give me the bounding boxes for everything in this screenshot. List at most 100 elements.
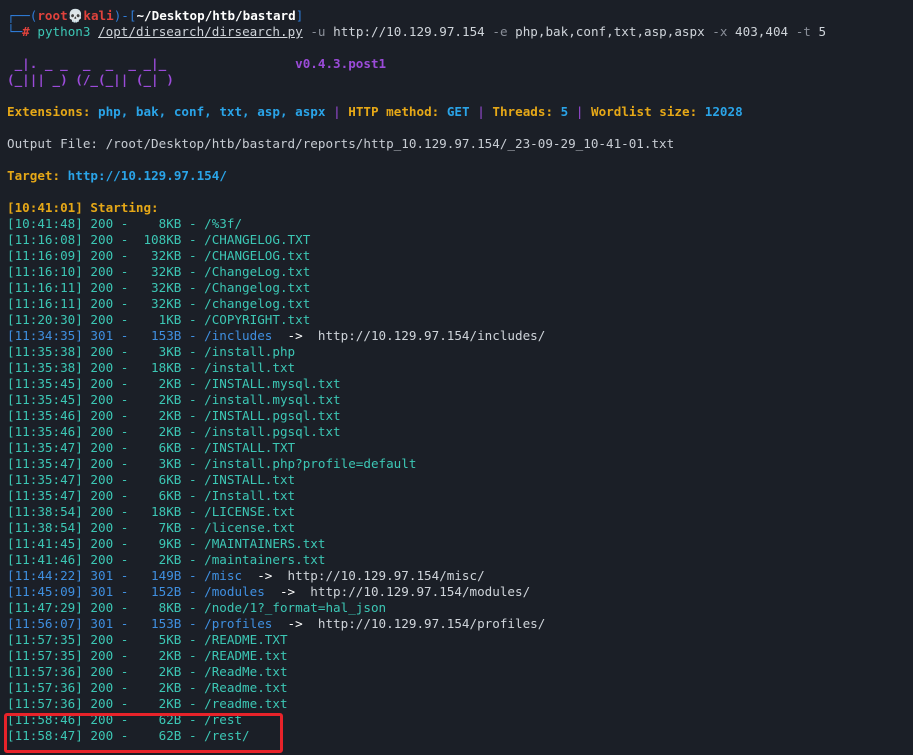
result-entry: [11:16:09] 200 - 32KB - /CHANGELOG.txt: [7, 248, 311, 263]
result-row: [11:35:47] 200 - 6KB - /Install.txt: [7, 488, 913, 504]
prompt-line-top: ┌──(root💀kali)-[~/Desktop/htb/bastard]: [7, 8, 913, 24]
result-row: [11:44:22] 301 - 149B - /misc -> http://…: [7, 568, 913, 584]
redirect-url: http://10.129.97.154/misc/: [287, 568, 485, 583]
result-entry: [11:35:47] 200 - 6KB - /INSTALL.txt: [7, 472, 296, 487]
target-url: http://10.129.97.154/: [67, 168, 227, 183]
result-row: [11:35:47] 200 - 6KB - /INSTALL.txt: [7, 472, 913, 488]
config-value: 12028: [704, 104, 743, 119]
config-label: HTTP method:: [348, 104, 440, 119]
config-value: 5: [560, 104, 569, 119]
result-entry: [11:35:45] 200 - 2KB - /install.mysql.tx…: [7, 392, 341, 407]
target-label: Target:: [7, 168, 61, 183]
command-arg: http://10.129.97.154: [333, 24, 485, 39]
command-flag: -t: [795, 24, 811, 39]
result-row: [11:35:46] 200 - 2KB - /install.pgsql.tx…: [7, 424, 913, 440]
result-row: [11:47:29] 200 - 8KB - /node/1?_format=h…: [7, 600, 913, 616]
result-entry: [11:16:11] 200 - 32KB - /changelog.txt: [7, 296, 311, 311]
redirect-arrow-icon: ->: [272, 616, 318, 631]
results-list: [10:41:48] 200 - 8KB - /%3f/[11:16:08] 2…: [7, 216, 913, 744]
result-entry: [11:38:54] 200 - 7KB - /license.txt: [7, 520, 296, 535]
result-entry: [11:34:35] 301 - 153B - /includes: [7, 328, 273, 343]
highlight-box: [4, 713, 283, 753]
result-entry: [11:35:47] 200 - 6KB - /Install.txt: [7, 488, 296, 503]
result-entry: [11:57:36] 200 - 2KB - /Readme.txt: [7, 680, 288, 695]
config-label: Threads:: [492, 104, 554, 119]
result-entry: [11:41:45] 200 - 9KB - /MAINTAINERS.txt: [7, 536, 326, 551]
result-entry: [11:35:46] 200 - 2KB - /install.pgsql.tx…: [7, 424, 341, 439]
result-row: [11:35:45] 200 - 2KB - /INSTALL.mysql.tx…: [7, 376, 913, 392]
terminal-output: ┌──(root💀kali)-[~/Desktop/htb/bastard] └…: [7, 8, 913, 744]
result-row: [11:16:11] 200 - 32KB - /Changelog.txt: [7, 280, 913, 296]
result-row: [11:57:36] 200 - 2KB - /Readme.txt: [7, 680, 913, 696]
command-arg: 5: [818, 24, 827, 39]
result-entry: [11:56:07] 301 - 153B - /profiles: [7, 616, 273, 631]
result-row: [11:35:47] 200 - 3KB - /install.php?prof…: [7, 456, 913, 472]
result-entry: [10:41:48] 200 - 8KB - /%3f/: [7, 216, 243, 231]
config-value: GET: [446, 104, 470, 119]
result-row: [11:45:09] 301 - 152B - /modules -> http…: [7, 584, 913, 600]
command-name: python3: [37, 24, 91, 39]
result-entry: [11:35:45] 200 - 2KB - /INSTALL.mysql.tx…: [7, 376, 341, 391]
result-row: [11:38:54] 200 - 7KB - /license.txt: [7, 520, 913, 536]
result-entry: [11:41:46] 200 - 2KB - /maintainers.txt: [7, 552, 326, 567]
result-row: [11:35:38] 200 - 18KB - /install.txt: [7, 360, 913, 376]
redirect-arrow-icon: ->: [264, 584, 311, 599]
result-entry: [11:16:08] 200 - 108KB - /CHANGELOG.TXT: [7, 232, 311, 247]
config-label: Extensions:: [7, 104, 91, 119]
command-arg: php,bak,conf,txt,asp,aspx: [515, 24, 705, 39]
command-script-path: /opt/dirsearch/dirsearch.py: [98, 24, 303, 39]
result-entry: [11:35:38] 200 - 18KB - /install.txt: [7, 360, 296, 375]
result-row: [11:57:35] 200 - 2KB - /README.txt: [7, 648, 913, 664]
result-entry: [11:35:47] 200 - 6KB - /INSTALL.TXT: [7, 440, 296, 455]
result-row: [11:20:30] 200 - 1KB - /COPYRIGHT.txt: [7, 312, 913, 328]
result-entry: [11:57:35] 200 - 5KB - /README.TXT: [7, 632, 288, 647]
result-entry: [11:44:22] 301 - 149B - /misc: [7, 568, 243, 583]
prompt-frame: ]: [295, 8, 304, 23]
command-line: └─# python3 /opt/dirsearch/dirsearch.py …: [7, 24, 913, 40]
result-row: [11:16:08] 200 - 108KB - /CHANGELOG.TXT: [7, 232, 913, 248]
result-row: [11:57:36] 200 - 2KB - /ReadMe.txt: [7, 664, 913, 680]
result-row: [11:34:35] 301 - 153B - /includes -> htt…: [7, 328, 913, 344]
config-value: php, bak, conf, txt, asp, aspx: [98, 104, 326, 119]
result-entry: [11:57:36] 200 - 2KB - /readme.txt: [7, 696, 288, 711]
result-row: [11:35:46] 200 - 2KB - /INSTALL.pgsql.tx…: [7, 408, 913, 424]
redirect-url: http://10.129.97.154/includes/: [317, 328, 546, 343]
result-row: [11:16:11] 200 - 32KB - /changelog.txt: [7, 296, 913, 312]
result-entry: [11:16:11] 200 - 32KB - /Changelog.txt: [7, 280, 311, 295]
result-row: [11:41:46] 200 - 2KB - /maintainers.txt: [7, 552, 913, 568]
redirect-url: http://10.129.97.154/modules/: [310, 584, 531, 599]
command-flag: -x: [712, 24, 728, 39]
command-flag: -e: [492, 24, 508, 39]
redirect-arrow-icon: ->: [272, 328, 318, 343]
result-row: [11:35:38] 200 - 3KB - /install.php: [7, 344, 913, 360]
result-entry: [11:57:36] 200 - 2KB - /ReadMe.txt: [7, 664, 288, 679]
config-label: Wordlist size:: [591, 104, 698, 119]
prompt-hash: #: [22, 24, 30, 39]
redirect-url: http://10.129.97.154/profiles/: [317, 616, 546, 631]
banner-version: v0.4.3.post1: [295, 56, 387, 71]
command-arg: 403,404: [735, 24, 789, 39]
result-entry: [11:57:35] 200 - 2KB - /README.txt: [7, 648, 288, 663]
config-separator: |: [333, 104, 341, 119]
result-row: [11:16:09] 200 - 32KB - /CHANGELOG.txt: [7, 248, 913, 264]
prompt-frame: └─: [7, 24, 23, 39]
prompt-user: root: [37, 8, 68, 23]
result-row: [11:41:45] 200 - 9KB - /MAINTAINERS.txt: [7, 536, 913, 552]
result-entry: [11:35:38] 200 - 3KB - /install.php: [7, 344, 296, 359]
result-entry: [11:16:10] 200 - 32KB - /ChangeLog.txt: [7, 264, 311, 279]
result-row: [11:35:45] 200 - 2KB - /install.mysql.tx…: [7, 392, 913, 408]
prompt-host: kali: [83, 8, 114, 23]
config-separator: |: [477, 104, 485, 119]
result-entry: [11:47:29] 200 - 8KB - /node/1?_format=h…: [7, 600, 387, 615]
command-flag: -u: [310, 24, 326, 39]
redirect-arrow-icon: ->: [242, 568, 288, 583]
result-entry: [11:38:54] 200 - 18KB - /LICENSE.txt: [7, 504, 296, 519]
result-row: [11:16:10] 200 - 32KB - /ChangeLog.txt: [7, 264, 913, 280]
result-row: [11:56:07] 301 - 153B - /profiles -> htt…: [7, 616, 913, 632]
target-line: Target: http://10.129.97.154/: [7, 168, 913, 184]
